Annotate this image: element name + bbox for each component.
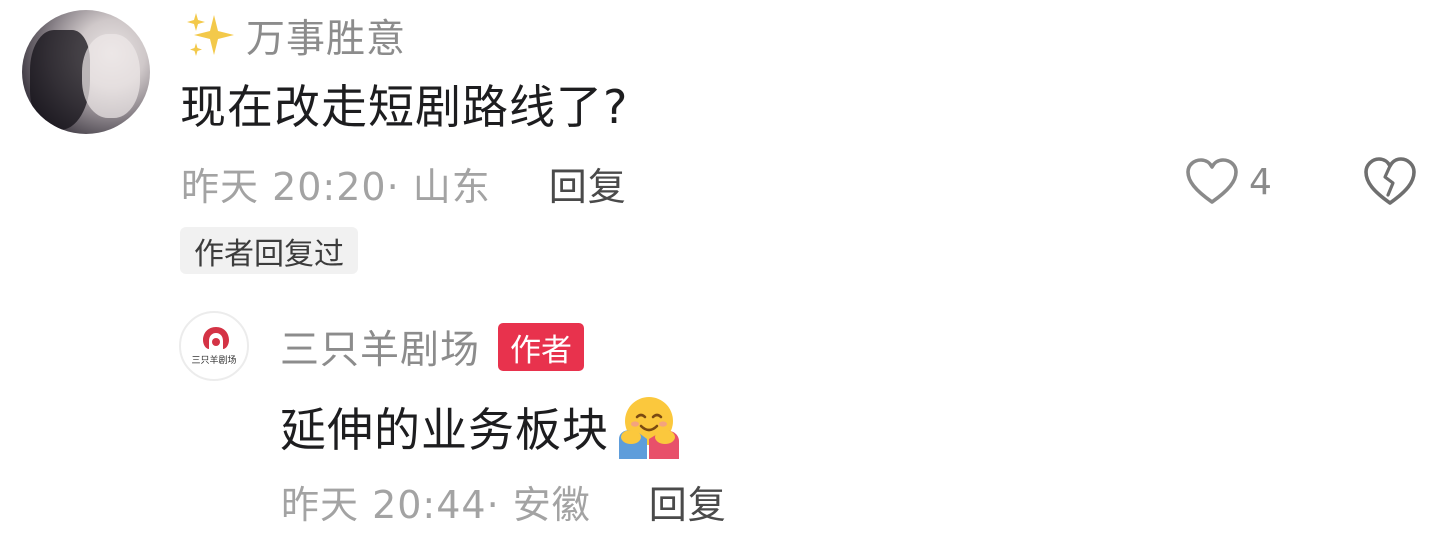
author-tag-badge: 作者 [498,323,585,371]
avatar-face [82,34,140,118]
reply-button[interactable]: 回复 [549,156,627,211]
commenter-username[interactable]: 万事胜意 [184,10,406,62]
author-username-row: 三只羊剧场 作者 [280,319,585,375]
reply-reply-button[interactable]: 回复 [649,474,727,529]
reply-text: 延伸的业务板块 [280,403,609,457]
broken-heart-icon[interactable] [1362,155,1418,209]
theater-logo-icon [203,327,229,349]
heart-icon [1186,158,1238,204]
comment-meta: 昨天 20:20· 山东 回复 [181,156,627,210]
author-replied-badge[interactable]: 作者回复过 [180,227,358,274]
commenter-username-text: 万事胜意 [246,17,407,62]
reply-meta: 昨天 20:44· 安徽 回复 [281,474,727,528]
like-button[interactable]: 4 [1185,152,1272,212]
sparkles-icon [187,13,234,56]
comment-thread: 万事胜意 现在改走短剧路线了? 昨天 20:20· 山东 回复 作者回复过 4 … [0,0,1450,546]
like-count: 4 [1249,161,1272,203]
author-username[interactable]: 三只羊剧场 [280,319,480,375]
hugging-face-emoji-icon [619,397,679,459]
commenter-avatar[interactable] [22,10,150,134]
comment-time-location: 昨天 20:20· 山东 [181,164,491,209]
avatar-shadow [30,30,90,130]
reply-text-row: 延伸的业务板块 [280,392,681,462]
comment-text: 现在改走短剧路线了? [180,80,629,134]
avatar-logo-text: 三只羊剧场 [191,356,237,366]
author-avatar[interactable]: 三只羊剧场 [179,311,249,381]
reply-time-location: 昨天 20:44· 安徽 [281,482,591,527]
